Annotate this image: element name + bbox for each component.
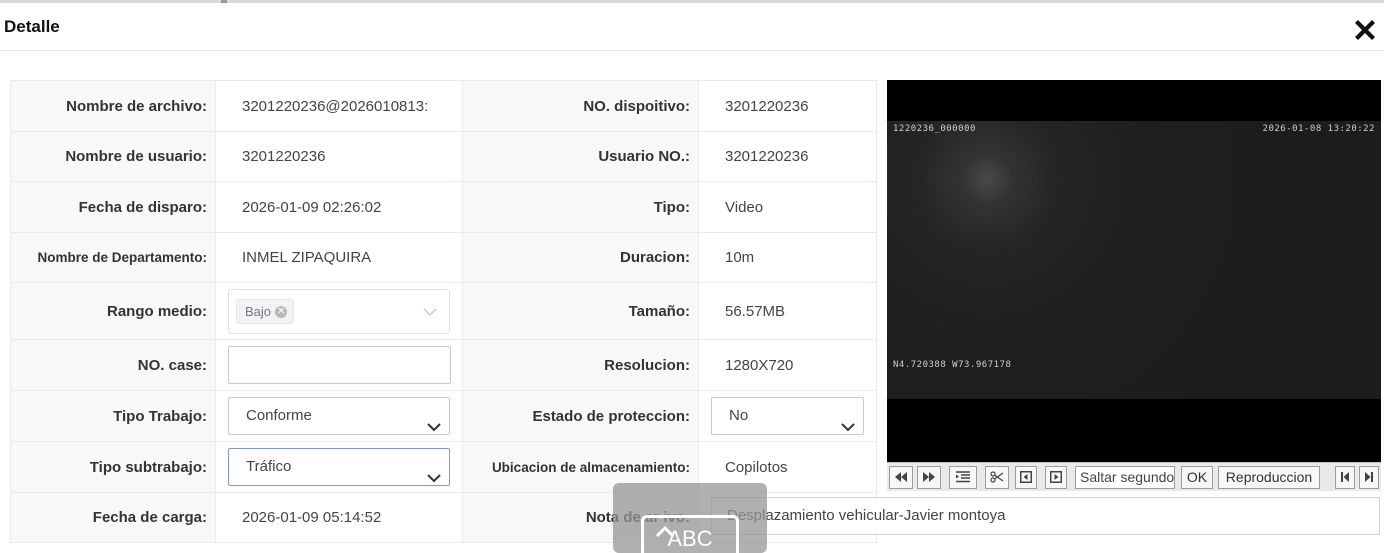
tag-remove-icon[interactable]: ✕ — [275, 306, 288, 319]
rewind-icon[interactable] — [889, 466, 913, 489]
user-no-value: 3201220236 — [698, 131, 877, 182]
close-icon[interactable] — [1352, 17, 1382, 47]
video-frame: 1220236_000000 2026-01-08 13:20:22 N4.72… — [887, 121, 1381, 399]
case-no-cell — [215, 339, 463, 391]
user-name-value: 3201220236 — [215, 131, 463, 182]
detail-table: Nombre de archivo: 3201220236@2026010813… — [10, 80, 877, 543]
subwork-type-cell: Tráfico — [215, 441, 463, 493]
table-row: NO. case: Resolucion: 1280X720 — [10, 339, 877, 391]
scissors-icon[interactable] — [985, 466, 1009, 489]
work-type-cell: Conforme — [215, 390, 463, 442]
type-label: Tipo: — [462, 181, 699, 233]
upload-date-label: Fecha de carga: — [10, 492, 216, 543]
osd-coordinates: N4.720388 W73.967178 — [893, 360, 1012, 370]
skip-end-icon[interactable] — [1359, 466, 1379, 489]
trigger-date-value: 2026-01-09 02:26:02 — [215, 181, 463, 233]
table-row: Nombre de archivo: 3201220236@2026010813… — [10, 80, 877, 132]
fast-forward-icon[interactable] — [917, 466, 941, 489]
table-row: Fecha de disparo: 2026-01-09 02:26:02 Ti… — [10, 181, 877, 233]
upload-date-value: 2026-01-09 05:14:52 — [215, 492, 463, 543]
table-row: Nombre de Departamento: INMEL ZIPAQUIRA … — [10, 232, 877, 283]
range-tag-label: Bajo — [245, 303, 272, 319]
dialog-header: Detalle — [0, 3, 1384, 51]
device-no-label: NO. dispoitivo: — [462, 80, 699, 132]
size-label: Tamaño: — [462, 282, 699, 340]
chevron-down-icon — [841, 410, 855, 441]
next-frame-icon[interactable] — [1045, 466, 1067, 489]
table-row: Rango medio: Bajo ✕ Tamaño: 56.57MB — [10, 282, 877, 340]
seek-seconds-input[interactable]: Saltar segundos — [1075, 466, 1175, 489]
trigger-date-label: Fecha de disparo: — [10, 181, 216, 233]
range-tag: Bajo ✕ — [236, 298, 295, 324]
skip-start-icon[interactable] — [1335, 466, 1355, 489]
duration-value: 10m — [698, 232, 877, 283]
case-no-input[interactable] — [228, 346, 451, 384]
chevron-down-icon — [427, 461, 441, 492]
file-name-value: 3201220236@2026010813: — [215, 80, 463, 132]
type-value: Video — [698, 181, 877, 233]
department-label: Nombre de Departamento: — [10, 232, 216, 283]
player-controls: Saltar segundos OK Reproduccion — [887, 462, 1381, 491]
file-name-label: Nombre de archivo: — [10, 80, 216, 132]
video-player[interactable]: 1220236_000000 2026-01-08 13:20:22 N4.72… — [887, 80, 1381, 462]
ok-button[interactable]: OK — [1181, 466, 1213, 489]
protection-select[interactable]: No — [711, 397, 864, 435]
range-label: Rango medio: — [10, 282, 216, 340]
subwork-type-value: Tráfico — [246, 458, 292, 475]
range-cell: Bajo ✕ — [215, 282, 463, 340]
chevron-down-icon — [427, 410, 441, 441]
protection-cell: No — [698, 390, 877, 442]
protection-label: Estado de proteccion: — [462, 390, 699, 442]
note-input[interactable]: Desplazamiento vehicular-Javier montoya — [711, 497, 1380, 535]
floating-overlay-button[interactable]: ABC — [613, 483, 767, 553]
play-button[interactable]: Reproduccion — [1218, 466, 1320, 489]
previous-frame-icon[interactable] — [1015, 466, 1037, 489]
subwork-type-select[interactable]: Tráfico — [228, 448, 450, 486]
device-no-value: 3201220236 — [698, 80, 877, 132]
case-no-label: NO. case: — [10, 339, 216, 391]
chevron-down-icon — [423, 304, 437, 321]
duration-label: Duracion: — [462, 232, 699, 283]
chevron-up-icon — [655, 525, 675, 543]
list-icon[interactable] — [949, 466, 977, 489]
protection-value: No — [729, 407, 749, 424]
user-no-label: Usuario NO.: — [462, 131, 699, 182]
resolution-value: 1280X720 — [698, 339, 877, 391]
user-name-label: Nombre de usuario: — [10, 131, 216, 182]
osd-device-id: 1220236_000000 — [893, 124, 976, 134]
table-row: Nombre de usuario: 3201220236 Usuario NO… — [10, 131, 877, 182]
subwork-type-label: Tipo subtrabajo: — [10, 441, 216, 493]
osd-timestamp: 2026-01-08 13:20:22 — [1262, 124, 1375, 134]
size-value: 56.57MB — [698, 282, 877, 340]
table-row: Tipo Trabajo: Conforme Estado de protecc… — [10, 390, 877, 442]
work-type-select[interactable]: Conforme — [228, 397, 450, 435]
resolution-label: Resolucion: — [462, 339, 699, 391]
work-type-label: Tipo Trabajo: — [10, 390, 216, 442]
dialog-title: Detalle — [4, 17, 60, 36]
range-select[interactable]: Bajo ✕ — [228, 288, 450, 334]
work-type-value: Conforme — [246, 407, 312, 424]
department-value: INMEL ZIPAQUIRA — [215, 232, 463, 283]
